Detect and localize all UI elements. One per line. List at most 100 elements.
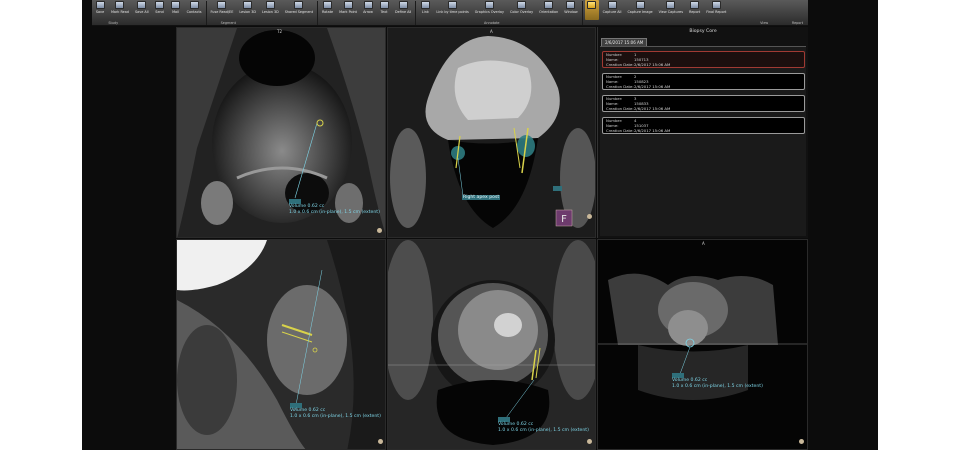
toolbar-button-18[interactable]: Color Overlay [508, 0, 535, 20]
orientation-icon[interactable] [587, 439, 592, 444]
core-date-value: 2/6/2017 15:06 AM [634, 105, 671, 111]
toolbar-button-20[interactable]: Window [562, 0, 579, 20]
toolbar-button-12[interactable]: Arrow [361, 0, 375, 20]
lesion-annotation: Volume 0.62 cc 1.0 x 0.6 cm (in-plane), … [289, 199, 380, 215]
viewport-bottom-right[interactable]: A Volume 0.62 cc 1.0 x 0.6 cm (in-plane)… [597, 239, 808, 450]
toolbar-group-label: View [760, 21, 769, 25]
toolbar-button-0[interactable]: Save [93, 0, 107, 20]
toolbar-groups: Study Segment Annotate View Report [92, 20, 808, 26]
biopsy-core-item[interactable]: Number: 3 Name: 150833 Creation Date:2/6/201… [602, 95, 805, 112]
toolbar-button-label: Capture All [602, 10, 622, 14]
toolbar-icon [398, 1, 408, 9]
toolbar-group-label: Annotate [484, 21, 500, 25]
viewport-top-middle[interactable]: F A Right apex post [387, 27, 596, 238]
toolbar-button-4[interactable]: Mail [169, 0, 183, 20]
orientation-icon[interactable] [799, 439, 804, 444]
biopsy-core-panel: Biopsy Core 2/6/2017 15:06 AM Number: 1 Na… [597, 27, 808, 238]
toolbar-icon [115, 1, 125, 9]
viewport-tag: T2 [277, 29, 282, 34]
toolbar-button-21[interactable] [584, 0, 599, 20]
toolbar-button-7[interactable]: Lesion 3D [237, 0, 258, 20]
lesion-annotation: Volume 0.62 cc 1.0 x 0.6 cm (in-plane), … [498, 417, 589, 433]
viewport-bottom-left[interactable]: Volume 0.62 cc 1.0 x 0.6 cm (in-plane), … [176, 239, 386, 450]
panel-title: Biopsy Core [689, 29, 717, 34]
panel-tab[interactable]: 2/6/2017 15:06 AM [601, 38, 648, 46]
toolbar-button-1[interactable]: Mark Read [109, 0, 131, 20]
toolbar-button-label: Lesion 3D [262, 10, 279, 14]
core-date-key: Creation Date: [606, 105, 634, 111]
left-pillarbox [0, 0, 82, 450]
toolbar-button-17[interactable]: Graphics Overlay [473, 0, 506, 20]
toolbar-icon [517, 1, 527, 9]
core-annotation: Right apex post [462, 195, 501, 200]
toolbar-button-26[interactable]: Final Report [704, 0, 728, 20]
toolbar-button-label: Capture Image [627, 10, 653, 14]
toolbar-icon [566, 1, 576, 9]
viewport-bottom-middle[interactable]: Volume 0.62 cc 1.0 x 0.6 cm (in-plane), … [387, 239, 596, 450]
toolbar-button-14[interactable]: Define All [393, 0, 413, 20]
toolbar-button-label: Graphics Overlay [474, 10, 505, 14]
toolbar-button-13[interactable]: Text [377, 0, 391, 20]
toolbar-button-8[interactable]: Lesion 3D [260, 0, 281, 20]
toolbar-button-label: Link [421, 10, 429, 14]
core-date-value: 2/6/2017 15:06 AM [634, 127, 671, 133]
toolbar-button-5[interactable]: Contacts [185, 0, 204, 20]
toolbar-group-label: Report [791, 21, 804, 25]
right-pillarbox [878, 0, 960, 450]
toolbar-button-label: Lesion 3D [239, 10, 257, 14]
core-list: Number: 1 Name: 150713 Creation Date:2/6/201… [600, 46, 806, 236]
toolbar-button-9[interactable]: Shared Segment [283, 0, 315, 20]
toolbar-icon [420, 1, 430, 9]
toolbar-button-label: Text [380, 10, 388, 14]
lesion-annotation: Volume 0.62 cc 1.0 x 0.6 cm (in-plane), … [290, 403, 381, 419]
viewport-top-left[interactable]: T2 Volume 0.62 cc 1.0 x 0.6 cm (in-plane… [176, 27, 386, 238]
orientation-icon[interactable] [378, 439, 383, 444]
toolbar-icon [95, 1, 105, 9]
toolbar-button-22[interactable]: Capture All [601, 0, 624, 20]
toolbar-button-11[interactable]: Mark Point [337, 0, 359, 20]
toolbar-icon [607, 1, 617, 9]
toolbar-icon [217, 1, 227, 9]
toolbar-button-label: Arrow [363, 10, 373, 14]
toolbar-group-label: Study [108, 21, 119, 25]
biopsy-core-item[interactable]: Number: 4 Name: 151037 Creation Date:2/6/201… [602, 117, 805, 134]
toolbar-icon [666, 1, 676, 9]
core-date-key: Creation Date: [606, 127, 634, 133]
toolbar-button-label: Shared Segment [284, 10, 314, 14]
core-date-key: Creation Date: [606, 83, 634, 89]
toolbar-icon [137, 1, 147, 9]
orientation-icon[interactable] [377, 228, 382, 233]
toolbar-button-2[interactable]: Save All [133, 0, 151, 20]
biopsy-core-item[interactable]: Number: 2 Name: 150823 Creation Date:2/6/201… [602, 73, 805, 90]
lesion-size: 1.0 x 0.6 cm (in-plane), 1.5 cm (extent) [290, 413, 381, 419]
toolbar-icon [379, 1, 389, 9]
mri-image-axial-fusion: F [388, 28, 595, 237]
toolbar-button-label: Mark Read [111, 10, 129, 14]
toolbar-icon [343, 1, 353, 9]
toolbar-button-19[interactable]: Orientation [537, 0, 560, 20]
toolbar-button-label: Mark Point [339, 10, 357, 14]
toolbar-button-label: Send [155, 10, 164, 14]
toolbar-button-25[interactable]: Report [687, 0, 702, 20]
toolbar-button-23[interactable]: Capture Image [625, 0, 654, 20]
toolbar-button-label: Contacts [186, 10, 202, 14]
toolbar-button-label: Final Report [706, 10, 727, 14]
toolbar-button-label: Orientation [539, 10, 559, 14]
toolbar-button-label: View Captures [658, 10, 683, 14]
toolbar-icon [448, 1, 458, 9]
toolbar-icon [243, 1, 253, 9]
toolbar-button-3[interactable]: Send [153, 0, 167, 20]
toolbar-button-15[interactable]: Link [418, 0, 432, 20]
core-date-row: Creation Date:2/6/2017 15:06 AM [606, 62, 801, 68]
lesion-annotation: Volume 0.62 cc 1.0 x 0.6 cm (in-plane), … [672, 373, 763, 389]
toolbar-button-24[interactable]: View Captures [657, 0, 685, 20]
toolbar-icon [323, 1, 333, 9]
toolbar-button-16[interactable]: Link by time points [434, 0, 470, 20]
toolbar-button-6[interactable]: Fuse Read/EE [209, 0, 236, 20]
toolbar-button-10[interactable]: Rotate [320, 0, 335, 20]
biopsy-core-item[interactable]: Number: 1 Name: 150713 Creation Date:2/6/201… [602, 51, 805, 68]
core-date-row: Creation Date:2/6/2017 15:06 AM [606, 83, 801, 90]
orientation-icon[interactable] [587, 214, 592, 219]
toolbar-icon [171, 1, 181, 9]
toolbar-button-label: Color Overlay [510, 10, 534, 14]
